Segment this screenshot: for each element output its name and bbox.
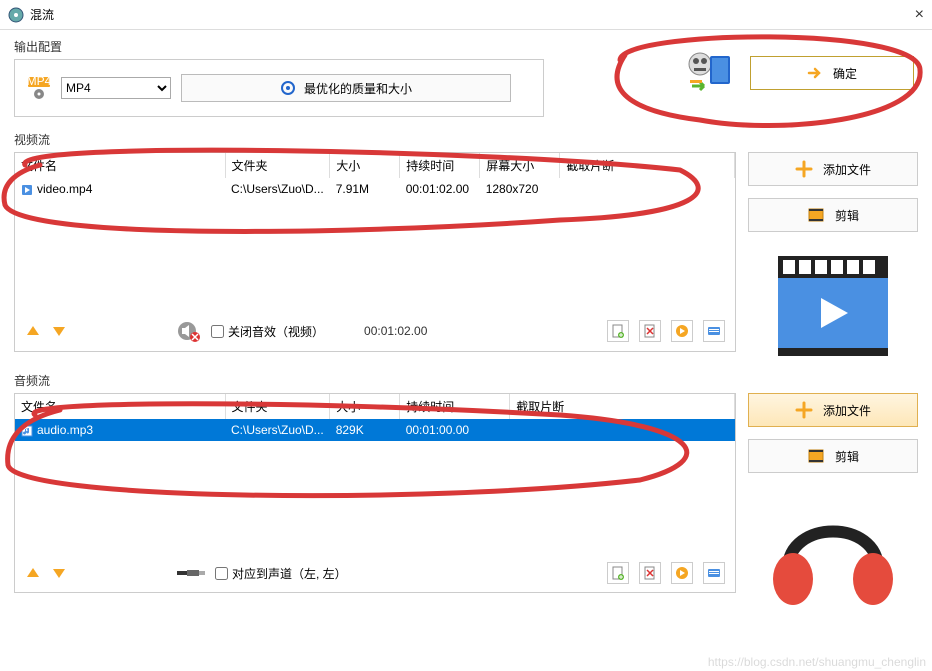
video-table-row[interactable]: video.mp4 C:\Users\Zuo\D... 7.91M 00:01:… [15, 178, 735, 200]
output-box: MP4 MP4 最优化的质量和大小 [14, 59, 544, 117]
video-header-row: 文件名 文件夹 大小 持续时间 屏幕大小 截取片断 [15, 153, 735, 178]
move-down-button[interactable] [51, 565, 67, 581]
audio-size: 829K [330, 419, 400, 441]
col-size[interactable]: 大小 [330, 153, 400, 178]
video-side: 添加文件 剪辑 [748, 152, 918, 358]
channel-label: 对应到声道（左, 左） [232, 565, 347, 582]
play-button[interactable] [671, 562, 693, 584]
col-duration[interactable]: 持续时间 [400, 153, 480, 178]
col-name[interactable]: 文件名 [15, 153, 225, 178]
audio-list: 文件名 文件夹 大小 持续时间 截取片断 audio.mp3 C:\Users\… [14, 393, 736, 593]
plus-icon [795, 160, 813, 178]
audio-add-file-button[interactable]: 添加文件 [748, 393, 918, 427]
col-segment[interactable]: 截取片断 [510, 394, 735, 419]
video-footer: 关闭音效（视频） 00:01:02.00 [15, 311, 735, 351]
audio-side: 添加文件 剪辑 [748, 393, 918, 609]
col-folder[interactable]: 文件夹 [225, 394, 330, 419]
move-up-button[interactable] [25, 565, 41, 581]
mp4-format-icon: MP4 [27, 76, 51, 100]
channel-map-checkbox[interactable]: 对应到声道（左, 左） [215, 565, 347, 582]
video-preview-icon [763, 248, 903, 358]
titlebar: 混流 × [0, 0, 932, 30]
audio-file-icon [21, 425, 33, 437]
audio-table-row[interactable]: audio.mp3 C:\Users\Zuo\D... 829K 00:01:0… [15, 419, 735, 441]
window-title: 混流 [30, 6, 915, 23]
audio-jack-icon [177, 568, 205, 578]
video-list: 文件名 文件夹 大小 持续时间 屏幕大小 截取片断 video.mp4 C:\U… [14, 152, 736, 352]
video-file-icon [21, 184, 33, 196]
video-size: 7.91M [330, 178, 400, 200]
video-duration: 00:01:02.00 [400, 178, 480, 200]
close-icon[interactable]: × [915, 6, 924, 24]
audio-header-row: 文件名 文件夹 大小 持续时间 截取片断 [15, 394, 735, 419]
plus-icon [795, 401, 813, 419]
confirm-arrow-icon [807, 65, 823, 81]
confirm-button[interactable]: 确定 [750, 56, 914, 90]
audio-edit-button[interactable]: 剪辑 [748, 439, 918, 473]
audio-duration: 00:01:00.00 [400, 419, 510, 441]
confirm-area: 确定 [686, 52, 914, 94]
audio-folder: C:\Users\Zuo\D... [225, 419, 330, 441]
app-icon [8, 7, 24, 23]
move-down-button[interactable] [51, 323, 67, 339]
video-add-file-button[interactable]: 添加文件 [748, 152, 918, 186]
video-res: 1280x720 [480, 178, 560, 200]
mute-video-checkbox[interactable]: 关闭音效（视频） [211, 323, 324, 340]
audio-add-label: 添加文件 [823, 402, 871, 419]
properties-button[interactable] [703, 562, 725, 584]
video-name: video.mp4 [37, 182, 92, 196]
page-add-button[interactable] [607, 320, 629, 342]
filmstrip-icon [807, 206, 825, 224]
headphones-icon [758, 489, 908, 609]
video-section-label: 视频流 [14, 131, 918, 148]
audio-name: audio.mp3 [37, 423, 93, 437]
audio-footer: 对应到声道（左, 左） [15, 554, 735, 592]
play-button[interactable] [671, 320, 693, 342]
move-up-button[interactable] [25, 323, 41, 339]
watermark: https://blog.csdn.net/shuangmu_chenglin [708, 655, 926, 669]
audio-edit-label: 剪辑 [835, 448, 859, 465]
col-res[interactable]: 屏幕大小 [480, 153, 560, 178]
page-delete-button[interactable] [639, 320, 661, 342]
svg-text:MP4: MP4 [27, 76, 51, 88]
audio-section: 文件名 文件夹 大小 持续时间 截取片断 audio.mp3 C:\Users\… [14, 393, 918, 609]
col-duration[interactable]: 持续时间 [400, 394, 510, 419]
page-delete-button[interactable] [639, 562, 661, 584]
gear-icon [280, 80, 296, 96]
audio-section-label: 音频流 [14, 372, 918, 389]
mux-icon [686, 52, 734, 94]
confirm-label: 确定 [833, 65, 857, 82]
col-name[interactable]: 文件名 [15, 394, 225, 419]
video-add-label: 添加文件 [823, 161, 871, 178]
properties-button[interactable] [703, 320, 725, 342]
col-size[interactable]: 大小 [330, 394, 400, 419]
video-edit-label: 剪辑 [835, 207, 859, 224]
format-select[interactable]: MP4 [61, 77, 171, 99]
video-edit-button[interactable]: 剪辑 [748, 198, 918, 232]
page-add-button[interactable] [607, 562, 629, 584]
mute-video-icon [177, 319, 201, 343]
col-folder[interactable]: 文件夹 [225, 153, 330, 178]
quality-setting-button[interactable]: 最优化的质量和大小 [181, 74, 511, 102]
video-total-duration: 00:01:02.00 [364, 324, 427, 338]
filmstrip-icon [807, 447, 825, 465]
quality-setting-label: 最优化的质量和大小 [304, 80, 412, 97]
col-segment[interactable]: 截取片断 [560, 153, 735, 178]
mute-video-label: 关闭音效（视频） [228, 323, 324, 340]
video-folder: C:\Users\Zuo\D... [225, 178, 330, 200]
video-section: 文件名 文件夹 大小 持续时间 屏幕大小 截取片断 video.mp4 C:\U… [14, 152, 918, 358]
